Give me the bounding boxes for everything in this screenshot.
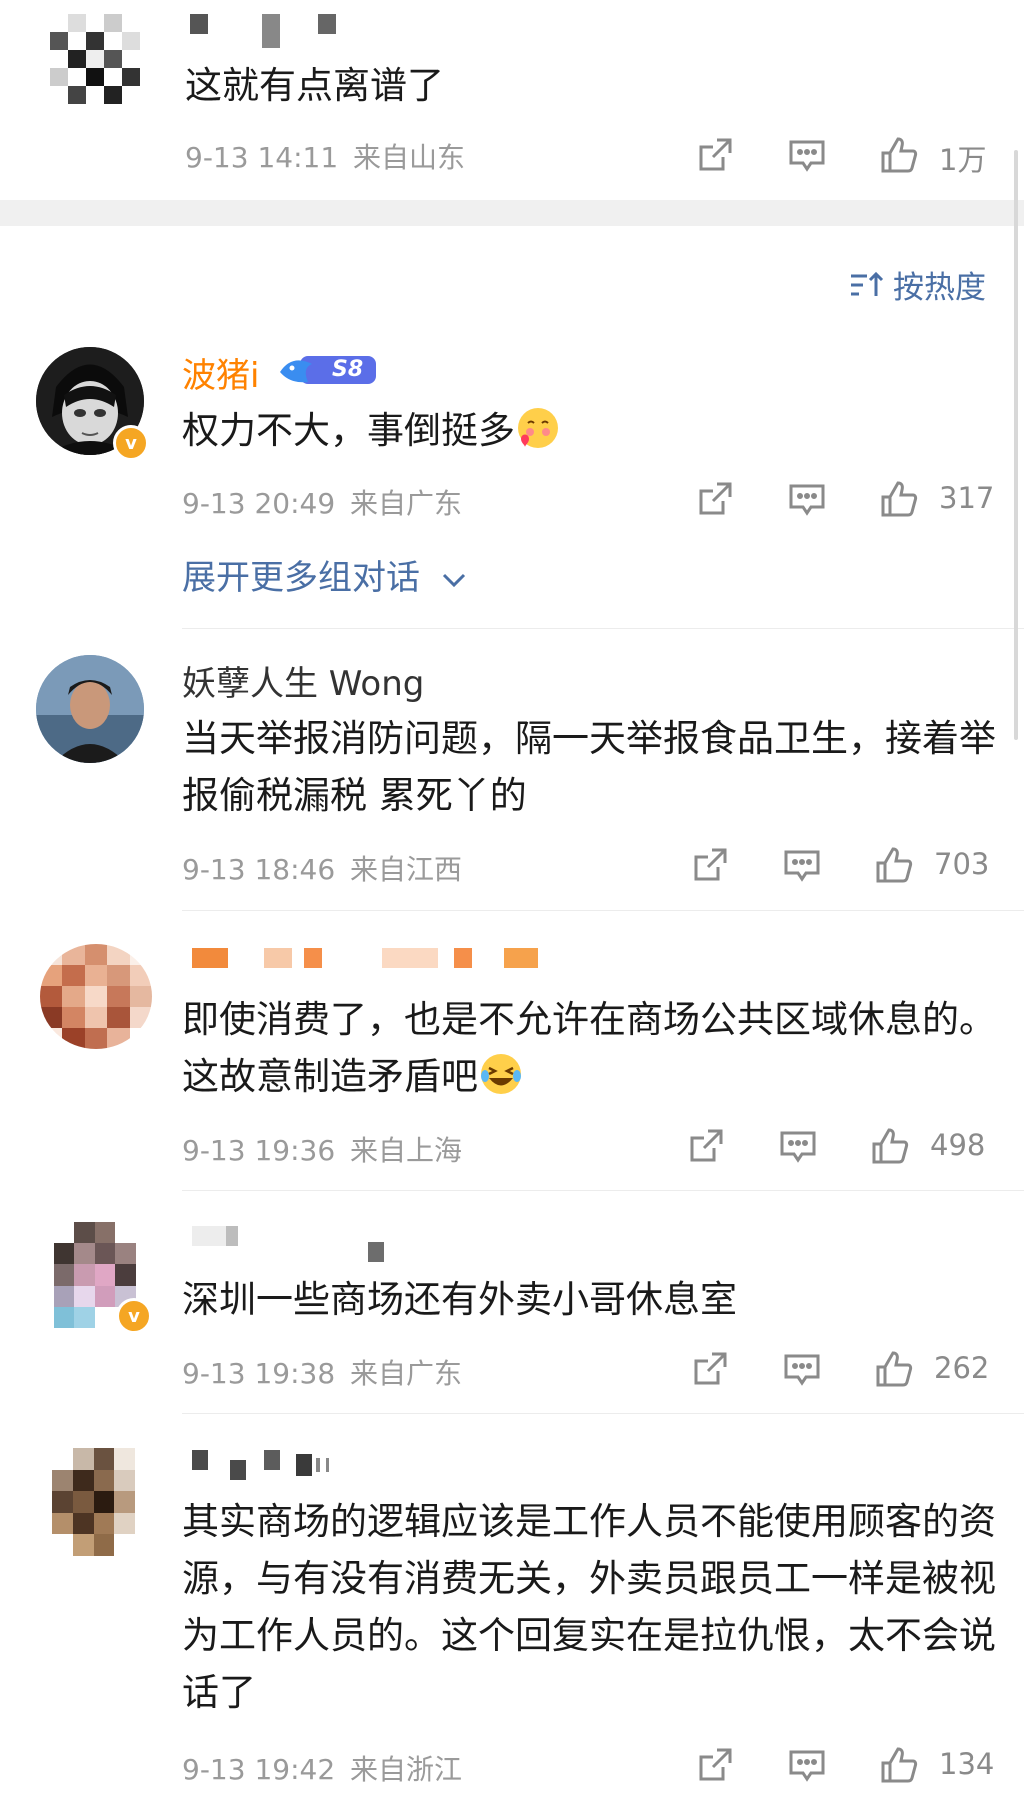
comment-meta: 9-13 19:36 来自上海 <box>182 1129 462 1169</box>
like-icon[interactable] <box>879 135 919 175</box>
verified-badge-icon: v <box>113 425 149 461</box>
comment-icon[interactable] <box>782 845 822 885</box>
username-blurred[interactable] <box>190 14 340 48</box>
like-icon[interactable] <box>874 845 914 885</box>
share-icon[interactable] <box>690 1349 730 1389</box>
username[interactable]: 妖孽人生 Wong <box>182 656 424 705</box>
comment-location: 来自江西 <box>350 853 463 886</box>
comment-location: 来自浙江 <box>350 1753 463 1786</box>
comment-icon[interactable] <box>782 1349 822 1389</box>
comment-text-body: 即使消费了，也是不允许在商场公共区域休息的。这故意制造矛盾吧 <box>182 998 996 1098</box>
share-icon[interactable] <box>695 479 735 519</box>
comment-location: 来自上海 <box>350 1134 463 1167</box>
comment-actions: 262 <box>690 1349 995 1393</box>
share-icon[interactable] <box>695 135 735 175</box>
comment-meta: 9-13 14:11 来自山东 <box>185 136 465 176</box>
sort-toggle[interactable]: 按热度 <box>849 262 986 307</box>
comment-time: 9-13 14:11 <box>185 141 339 174</box>
comment-text: 当天举报消防问题，隔一天举报食品卫生，接着举报偷税漏税 累死丫的 <box>182 717 996 817</box>
comment-time: 9-13 19:36 <box>182 1134 336 1167</box>
share-icon[interactable] <box>695 1745 735 1785</box>
comment-divider <box>182 1413 1024 1414</box>
comment-text: 深圳一些商场还有外卖小哥休息室 <box>182 1278 737 1321</box>
laughing-crying-emoji-icon <box>481 1054 521 1094</box>
comment-meta: 9-13 19:42 来自浙江 <box>182 1748 462 1788</box>
username-blurred[interactable] <box>192 1450 342 1480</box>
like-count: 703 <box>934 847 990 881</box>
comment-actions: 1万 <box>695 135 995 179</box>
comment-location: 来自山东 <box>353 141 466 174</box>
like-count: 134 <box>939 1747 995 1781</box>
comment-text: 其实商场的逻辑应该是工作人员不能使用顾客的资源，与有没有消费无关，外卖员跟员工一… <box>182 1500 996 1714</box>
comment-actions: 498 <box>686 1126 995 1170</box>
avatar-blurred[interactable] <box>52 1448 156 1556</box>
verified-badge-icon: v <box>116 1298 152 1334</box>
comment-time: 9-13 20:49 <box>182 487 336 520</box>
expand-conversation-link[interactable]: 展开更多组对话 <box>182 550 467 599</box>
comment-icon[interactable] <box>778 1126 818 1166</box>
comment-location: 来自广东 <box>350 487 463 520</box>
comment-location: 来自广东 <box>350 1357 463 1390</box>
like-icon[interactable] <box>879 1745 919 1785</box>
comment-text: 这就有点离谱了 <box>185 64 444 107</box>
comment-divider <box>182 628 1024 629</box>
avatar-blurred[interactable] <box>40 944 152 1049</box>
comment-time: 9-13 18:46 <box>182 853 336 886</box>
comment-time: 9-13 19:42 <box>182 1753 336 1786</box>
comment-icon[interactable] <box>787 1745 827 1785</box>
comment-text: 权力不大，事倒挺多 <box>182 402 1012 459</box>
comment-icon[interactable] <box>787 135 827 175</box>
comment-actions: 703 <box>690 845 995 889</box>
like-icon[interactable] <box>870 1126 910 1166</box>
comment-actions: 134 <box>695 1745 995 1789</box>
comment-text-body: 权力不大，事倒挺多 <box>182 409 515 452</box>
share-icon[interactable] <box>690 845 730 885</box>
username-blurred[interactable] <box>192 1226 392 1262</box>
like-count: 1万 <box>939 143 987 177</box>
vip-badge-level: S8 <box>332 357 364 382</box>
comment-time: 9-13 19:38 <box>182 1357 336 1390</box>
comment-meta: 9-13 18:46 来自江西 <box>182 848 462 888</box>
comment-meta: 9-13 20:49 来自广东 <box>182 482 462 522</box>
expand-label: 展开更多组对话 <box>182 558 420 598</box>
avatar[interactable] <box>36 655 144 763</box>
comment-actions: 317 <box>695 479 995 523</box>
like-icon[interactable] <box>874 1349 914 1389</box>
username-blurred[interactable] <box>192 948 552 968</box>
sort-icon <box>851 271 884 296</box>
comment-meta: 9-13 19:38 来自广东 <box>182 1352 462 1392</box>
avatar-image <box>36 655 144 763</box>
chevron-down-icon <box>442 573 465 587</box>
sort-label: 按热度 <box>893 270 986 306</box>
scrollbar[interactable] <box>1014 150 1018 740</box>
avatar-blurred[interactable] <box>50 14 140 104</box>
section-divider <box>0 200 1024 226</box>
like-icon[interactable] <box>879 479 919 519</box>
share-icon[interactable] <box>686 1126 726 1166</box>
comment-text: 即使消费了，也是不允许在商场公共区域休息的。这故意制造矛盾吧 <box>182 991 1012 1105</box>
comment-icon[interactable] <box>787 479 827 519</box>
like-count: 317 <box>939 481 995 515</box>
comment-divider <box>182 1190 1024 1191</box>
blush-emoji-icon <box>518 408 558 448</box>
like-count: 498 <box>930 1128 986 1162</box>
like-count: 262 <box>934 1351 990 1385</box>
username[interactable]: 波猪i <box>182 348 259 397</box>
comment-divider <box>182 910 1024 911</box>
